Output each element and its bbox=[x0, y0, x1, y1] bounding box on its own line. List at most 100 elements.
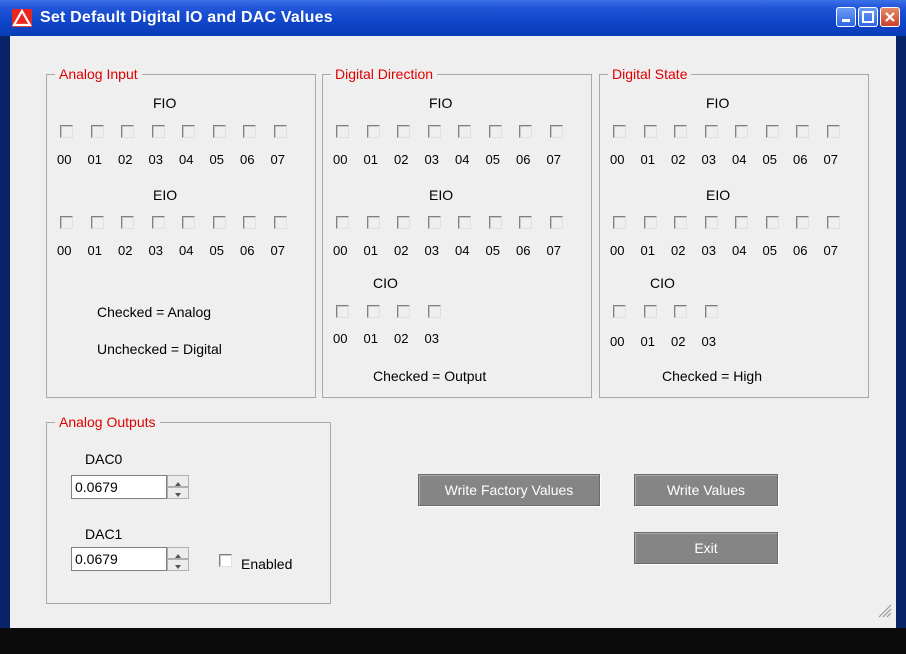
write-factory-values-button[interactable]: Write Factory Values bbox=[418, 474, 600, 506]
digital-direction-cio-checkbox-1[interactable] bbox=[366, 305, 380, 318]
digital-state-eio-checkbox-2[interactable] bbox=[674, 216, 687, 229]
analog-input-fio-checkbox-5[interactable] bbox=[212, 125, 226, 138]
digital-state-eio-checkbox-7[interactable] bbox=[826, 216, 840, 229]
digital-state-eio-checkbox-6[interactable] bbox=[796, 216, 809, 229]
digital-state-fio-checkbox-6[interactable] bbox=[796, 125, 809, 138]
digital-direction-fio-checkbox-7[interactable] bbox=[549, 125, 563, 138]
analog-input-fio-checkbox-3[interactable] bbox=[151, 125, 165, 138]
channel-number: 00 bbox=[610, 334, 625, 349]
channel-number: 07 bbox=[823, 243, 838, 258]
digital-state-fio-checkbox-4[interactable] bbox=[735, 125, 748, 138]
channel-number: 03 bbox=[701, 243, 716, 258]
resize-grip-icon[interactable] bbox=[876, 602, 892, 618]
digital-state-eio-checkbox-5[interactable] bbox=[765, 216, 779, 229]
minimize-button[interactable] bbox=[836, 7, 856, 27]
digital-state-fio-checkbox-5[interactable] bbox=[765, 125, 779, 138]
digital-direction-eio-checkbox-5[interactable] bbox=[488, 216, 502, 229]
digital-direction-fio-checkbox-5[interactable] bbox=[488, 125, 502, 138]
digital-direction-eio-checkbox-2[interactable] bbox=[397, 216, 410, 229]
channel-number: 01 bbox=[640, 334, 655, 349]
channel-number: 02 bbox=[671, 243, 686, 258]
enabled-checkbox[interactable] bbox=[219, 554, 232, 567]
analog-input-fio-checkbox-0[interactable] bbox=[60, 125, 73, 138]
digital-direction-group: Digital Direction FIO EIO CIO Checked = … bbox=[322, 66, 592, 398]
digital-direction-fio-checkbox-1[interactable] bbox=[366, 125, 380, 138]
digital-direction-fio-checkbox-4[interactable] bbox=[458, 125, 471, 138]
digital-state-eio-checkbox-1[interactable] bbox=[643, 216, 657, 229]
analog-input-eio-checkbox-1[interactable] bbox=[90, 216, 104, 229]
digital-state-legend: Digital State bbox=[608, 66, 692, 82]
channel-number: 03 bbox=[424, 331, 439, 346]
close-button[interactable] bbox=[880, 7, 900, 27]
digital-direction-fio-checkbox-2[interactable] bbox=[397, 125, 410, 138]
channel-number: 00 bbox=[333, 152, 348, 167]
exit-button[interactable]: Exit bbox=[634, 532, 778, 564]
channel-number: 03 bbox=[424, 243, 439, 258]
channel-number: 04 bbox=[455, 243, 470, 258]
digital-state-fio-checkbox-7[interactable] bbox=[826, 125, 840, 138]
analog-input-eio-checkbox-0[interactable] bbox=[60, 216, 73, 229]
analog-unchecked-note: Unchecked = Digital bbox=[97, 341, 222, 357]
digital-state-eio-label: EIO bbox=[706, 187, 731, 203]
digital-direction-fio-checkbox-3[interactable] bbox=[427, 125, 441, 138]
digital-direction-fio-label: FIO bbox=[429, 95, 453, 111]
dac1-increment-button[interactable] bbox=[167, 547, 189, 559]
channel-number: 06 bbox=[516, 243, 531, 258]
digital-direction-eio-checkbox-3[interactable] bbox=[427, 216, 441, 229]
digital-state-cio-checkbox-1[interactable] bbox=[643, 305, 657, 318]
dac0-spinner bbox=[71, 475, 189, 499]
analog-input-eio-checkbox-4[interactable] bbox=[182, 216, 195, 229]
digital-direction-cio-checkbox-2[interactable] bbox=[397, 305, 410, 318]
digital-state-fio-checkbox-2[interactable] bbox=[674, 125, 687, 138]
analog-input-fio-checkbox-7[interactable] bbox=[273, 125, 287, 138]
digital-state-cio-label: CIO bbox=[650, 275, 675, 291]
dac0-label: DAC0 bbox=[85, 451, 123, 467]
digital-direction-eio-checkbox-6[interactable] bbox=[519, 216, 532, 229]
digital-direction-cio-checkbox-3[interactable] bbox=[427, 305, 441, 318]
digital-state-cio-checkbox-2[interactable] bbox=[674, 305, 687, 318]
maximize-icon bbox=[862, 11, 874, 23]
main-window: Set Default Digital IO and DAC Values An… bbox=[0, 0, 906, 654]
digital-state-fio-checkbox-1[interactable] bbox=[643, 125, 657, 138]
channel-number: 00 bbox=[610, 152, 625, 167]
channel-number: 07 bbox=[823, 152, 838, 167]
dac0-decrement-button[interactable] bbox=[167, 487, 189, 499]
digital-direction-cio-checkbox-0[interactable] bbox=[336, 305, 349, 318]
analog-input-fio-checkbox-4[interactable] bbox=[182, 125, 195, 138]
digital-state-cio-checkbox-3[interactable] bbox=[704, 305, 718, 318]
analog-input-eio-checkbox-5[interactable] bbox=[212, 216, 226, 229]
digital-state-fio-checkbox-0[interactable] bbox=[613, 125, 626, 138]
dac0-input[interactable] bbox=[71, 475, 167, 499]
analog-input-fio-checkbox-2[interactable] bbox=[121, 125, 134, 138]
digital-state-eio-checkbox-0[interactable] bbox=[613, 216, 626, 229]
dac1-input[interactable] bbox=[71, 547, 167, 571]
digital-direction-eio-checkbox-4[interactable] bbox=[458, 216, 471, 229]
channel-number: 05 bbox=[762, 152, 777, 167]
dac0-increment-button[interactable] bbox=[167, 475, 189, 487]
analog-input-fio-checkbox-1[interactable] bbox=[90, 125, 104, 138]
digital-direction-eio-checkbox-0[interactable] bbox=[336, 216, 349, 229]
analog-input-eio-checkbox-3[interactable] bbox=[151, 216, 165, 229]
write-values-button[interactable]: Write Values bbox=[634, 474, 778, 506]
analog-input-eio-checkbox-6[interactable] bbox=[243, 216, 256, 229]
digital-state-cio-checkbox-0[interactable] bbox=[613, 305, 626, 318]
channel-number: 02 bbox=[118, 152, 133, 167]
digital-direction-fio-checkbox-6[interactable] bbox=[519, 125, 532, 138]
analog-input-eio-checkbox-2[interactable] bbox=[121, 216, 134, 229]
analog-input-eio-checkbox-7[interactable] bbox=[273, 216, 287, 229]
digital-state-eio-checkbox-4[interactable] bbox=[735, 216, 748, 229]
digital-direction-eio-checkbox-1[interactable] bbox=[366, 216, 380, 229]
analog-input-fio-checkbox-6[interactable] bbox=[243, 125, 256, 138]
title-bar[interactable]: Set Default Digital IO and DAC Values bbox=[0, 0, 906, 36]
channel-number: 03 bbox=[701, 334, 716, 349]
digital-state-eio-checkbox-3[interactable] bbox=[704, 216, 718, 229]
dac1-decrement-button[interactable] bbox=[167, 559, 189, 571]
digital-direction-eio-label: EIO bbox=[429, 187, 454, 203]
digital-state-fio-checkbox-3[interactable] bbox=[704, 125, 718, 138]
maximize-button[interactable] bbox=[858, 7, 878, 27]
channel-number: 05 bbox=[762, 243, 777, 258]
digital-direction-fio-checkbox-0[interactable] bbox=[336, 125, 349, 138]
digital-direction-eio-checkbox-7[interactable] bbox=[549, 216, 563, 229]
channel-number: 01 bbox=[363, 243, 378, 258]
channel-number: 02 bbox=[394, 152, 409, 167]
